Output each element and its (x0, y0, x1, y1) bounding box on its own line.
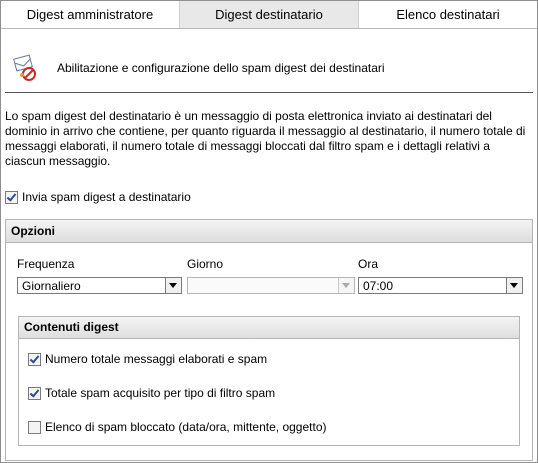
chevron-down-icon[interactable] (165, 278, 181, 293)
frequency-label: Frequenza (17, 257, 75, 271)
frequency-select[interactable]: Giornaliero (17, 277, 182, 294)
header-divider (5, 92, 533, 93)
window-frame: Digest amministratore Digest destinatari… (0, 0, 538, 463)
options-panel-title: Opzioni (6, 220, 532, 243)
time-select[interactable]: 07:00 (358, 277, 523, 294)
spam-by-filter-checkbox[interactable] (28, 386, 41, 400)
blocked-spam-list-checkbox[interactable] (28, 420, 41, 434)
digest-item-label: Numero totale messaggi elaborati e spam (45, 352, 268, 366)
chevron-down-icon[interactable] (338, 278, 354, 293)
frequency-value: Giornaliero (22, 279, 81, 293)
digest-item-row[interactable]: Numero totale messaggi elaborati e spam (28, 352, 267, 366)
day-select[interactable] (187, 277, 355, 294)
digest-item-label: Elenco di spam bloccato (data/ora, mitte… (45, 420, 327, 434)
enable-digest-label: Invia spam digest a destinatario (22, 190, 191, 204)
digest-item-row[interactable]: Elenco di spam bloccato (data/ora, mitte… (28, 420, 327, 434)
enable-digest-row[interactable]: Invia spam digest a destinatario (5, 190, 191, 204)
page-header: Abilitazione e configurazione dello spam… (1, 29, 537, 91)
mail-prohibited-icon (13, 54, 36, 81)
time-value: 07:00 (363, 279, 394, 293)
tab-bar: Digest amministratore Digest destinatari… (1, 1, 537, 29)
options-panel: Opzioni Frequenza Giornaliero Giorno Ora… (5, 219, 533, 461)
description-text: Lo spam digest del destinatario è un mes… (5, 109, 526, 168)
total-processed-checkbox[interactable] (28, 352, 41, 366)
tab-admin-digest[interactable]: Digest amministratore (1, 1, 179, 28)
digest-item-row[interactable]: Totale spam acquisito per tipo di filtro… (28, 386, 275, 400)
digest-item-label: Totale spam acquisito per tipo di filtro… (45, 386, 276, 400)
digest-contents-title: Contenuti digest (19, 317, 519, 339)
time-label: Ora (358, 257, 379, 271)
day-label: Giorno (187, 257, 224, 271)
tab-recipient-digest[interactable]: Digest destinatario (179, 1, 359, 28)
page-title: Abilitazione e configurazione dello spam… (57, 61, 385, 75)
digest-contents-panel: Contenuti digest Numero totale messaggi … (18, 316, 520, 446)
tab-recipient-list[interactable]: Elenco destinatari (359, 1, 537, 28)
chevron-down-icon[interactable] (506, 278, 522, 293)
enable-digest-checkbox[interactable] (5, 190, 18, 204)
